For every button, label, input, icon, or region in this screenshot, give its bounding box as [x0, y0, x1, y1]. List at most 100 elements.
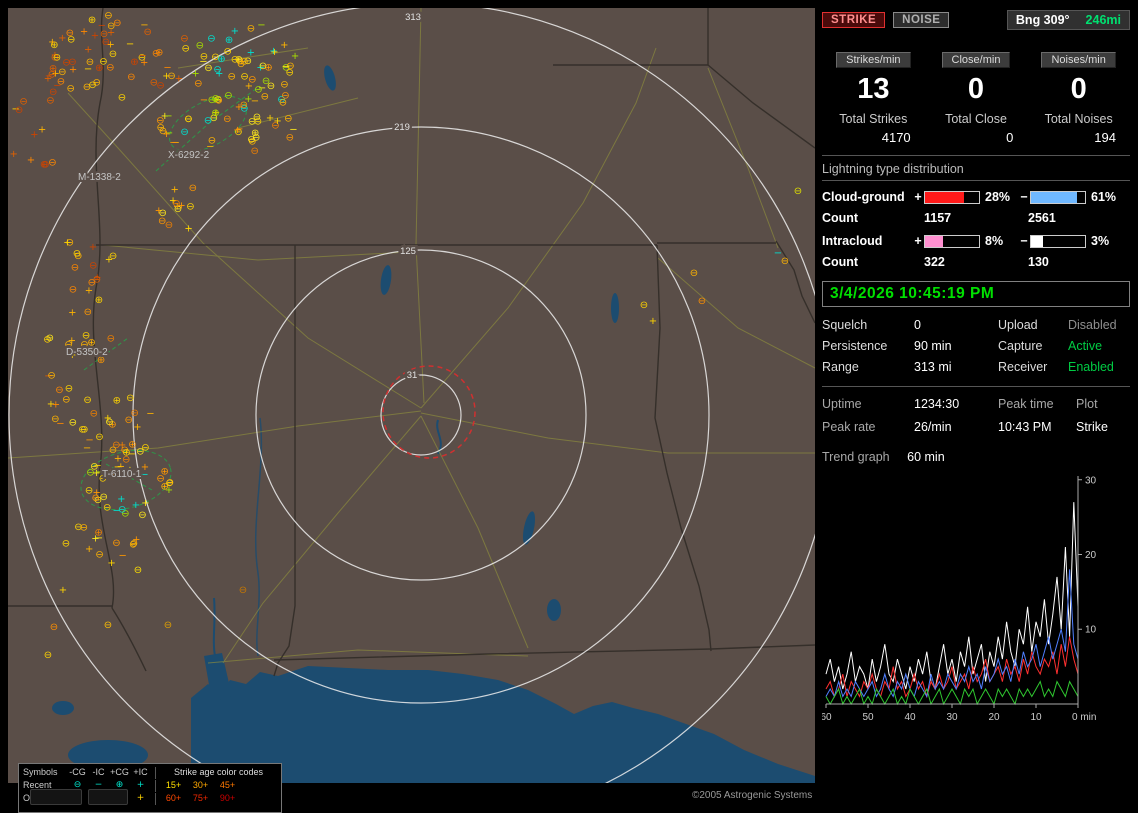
svg-text:+: + [175, 73, 183, 84]
trend-graph-header: Trend graph 60 min [822, 450, 1130, 464]
svg-text:⊕: ⊕ [217, 54, 225, 65]
svg-text:+: + [280, 40, 288, 51]
persistence-value: 90 min [914, 339, 952, 354]
svg-text:⊖: ⊖ [93, 77, 101, 88]
svg-text:31: 31 [407, 370, 418, 381]
svg-text:⊖: ⊖ [280, 80, 288, 91]
svg-text:⊖: ⊖ [138, 510, 146, 521]
svg-text:−: − [163, 63, 171, 74]
svg-text:⊖: ⊖ [690, 268, 698, 279]
svg-text:⊖: ⊖ [224, 91, 232, 102]
intracloud-count-row: Count 322 130 [822, 255, 1130, 269]
svg-text:⊕: ⊕ [211, 108, 219, 119]
svg-text:⊖: ⊖ [69, 417, 77, 428]
receiver-label: Receiver [998, 360, 1048, 375]
svg-text:−: − [98, 21, 106, 32]
svg-text:125: 125 [400, 246, 416, 257]
svg-text:⊖: ⊖ [88, 278, 96, 289]
lightning-map[interactable]: + ⊖ ⊖ + ⊖ + − ⊖ ⊖ + − ⊖ ⊖ + ⊕ ⊖ ⊖ ⊖ ⊖ − + ⊖ ⊖ ⊖ ⊕ + + ⊖ ⊕ ⊖ + ⊖ − ⊖ + ⊖ ⊕ ⊕ + ⊖… [8, 8, 815, 813]
svg-text:⊕: ⊕ [95, 63, 103, 74]
svg-text:⊖: ⊖ [47, 371, 55, 382]
svg-text:⊖: ⊖ [126, 393, 134, 404]
svg-text:−: − [138, 50, 146, 61]
range-value: 313 mi [914, 360, 952, 375]
svg-text:⊖: ⊖ [90, 409, 98, 420]
noise-indicator[interactable]: NOISE [893, 12, 950, 28]
svg-text:−: − [146, 408, 154, 419]
svg-text:⊖: ⊖ [239, 585, 247, 596]
range-label: Range [822, 360, 859, 375]
svg-text:−: − [83, 443, 91, 454]
svg-text:⊖: ⊖ [208, 135, 216, 146]
svg-text:⊖: ⊖ [259, 61, 267, 72]
svg-text:+: + [165, 485, 173, 496]
svg-text:−: − [164, 111, 172, 122]
strike-indicator[interactable]: STRIKE [822, 12, 886, 28]
uptime-value: 1234:30 [914, 397, 960, 412]
receiver-value: Enabled [1068, 360, 1114, 375]
status-grid: Squelch 0 Upload Disabled Persistence 90… [822, 318, 1130, 374]
peak-rate-value: 26/min [914, 420, 952, 435]
svg-text:⊖: ⊖ [83, 395, 91, 406]
svg-text:⊖: ⊖ [189, 183, 197, 194]
svg-text:⊖: ⊖ [213, 64, 221, 75]
svg-text:−: − [140, 20, 148, 31]
plot-value: Strike [1076, 420, 1108, 435]
svg-text:+: + [80, 27, 88, 38]
trend-graph[interactable]: 10 20 30 60 50 40 30 20 10 0 min [820, 468, 1130, 727]
svg-text:⊖: ⊖ [107, 334, 115, 345]
svg-text:⊖: ⊖ [127, 72, 135, 83]
cg-neg-fill [1031, 191, 1078, 203]
map-legend: Symbols -CG -IC +CG +IC Strike age color code… [18, 763, 282, 813]
svg-text:⊖: ⊖ [157, 122, 165, 133]
svg-text:⊖: ⊖ [71, 263, 79, 274]
legend-cell [155, 766, 156, 779]
svg-text:+: + [84, 45, 92, 56]
svg-text:+: + [52, 399, 60, 410]
svg-text:+: + [91, 30, 99, 41]
legend-cell: + [136, 780, 145, 790]
ic-neg-pct: 3% [1091, 234, 1110, 249]
cg-neg-count: 2561 [1028, 211, 1056, 226]
svg-text:−: − [126, 39, 134, 50]
legend-cell: 15+ [165, 780, 182, 790]
total-close-value: 0 [1006, 130, 1014, 146]
svg-text:⊖: ⊖ [118, 505, 126, 516]
svg-text:⊖: ⊖ [62, 539, 70, 550]
legend-cell: 60+ [165, 793, 182, 803]
svg-text:⊖: ⊖ [223, 114, 231, 125]
svg-text:M-1338-2: M-1338-2 [78, 172, 121, 183]
svg-text:10: 10 [1085, 625, 1097, 636]
svg-text:⊖: ⊖ [286, 68, 294, 79]
trend-graph-label: Trend graph [822, 450, 890, 465]
totals-values-row: 4170 0 194 [822, 130, 1130, 145]
svg-text:+: + [38, 125, 46, 136]
legend-cell [155, 779, 156, 792]
svg-text:20: 20 [1085, 550, 1097, 561]
svg-text:⊖: ⊖ [84, 307, 92, 318]
squelch-label: Squelch [822, 318, 868, 333]
svg-text:+: + [44, 73, 52, 84]
svg-text:⊖: ⊖ [49, 87, 57, 98]
close-per-min-value: 0 [967, 73, 985, 105]
svg-text:+: + [68, 308, 76, 319]
status-box-right [88, 789, 128, 805]
svg-text:⊕: ⊕ [95, 295, 103, 306]
ic-pos-count: 322 [924, 255, 945, 270]
svg-text:⊖: ⊖ [53, 53, 61, 64]
svg-text:T-6110-1: T-6110-1 [102, 469, 142, 480]
svg-text:−: − [169, 137, 177, 148]
svg-text:+: + [85, 544, 93, 555]
svg-text:+: + [48, 37, 56, 48]
svg-text:+: + [235, 102, 243, 113]
squelch-value: 0 [914, 318, 921, 333]
svg-text:⊖: ⊖ [73, 249, 81, 260]
svg-text:+: + [141, 498, 149, 509]
plus-sign: + [914, 190, 922, 205]
svg-text:⊖: ⊖ [253, 112, 261, 123]
ic-pos-fill [925, 235, 944, 247]
svg-text:⊖: ⊖ [207, 33, 215, 44]
svg-text:⊖: ⊖ [118, 92, 126, 103]
strikes-per-min-chip: Strikes/min [836, 52, 911, 68]
svg-text:⊖: ⊖ [158, 216, 166, 227]
